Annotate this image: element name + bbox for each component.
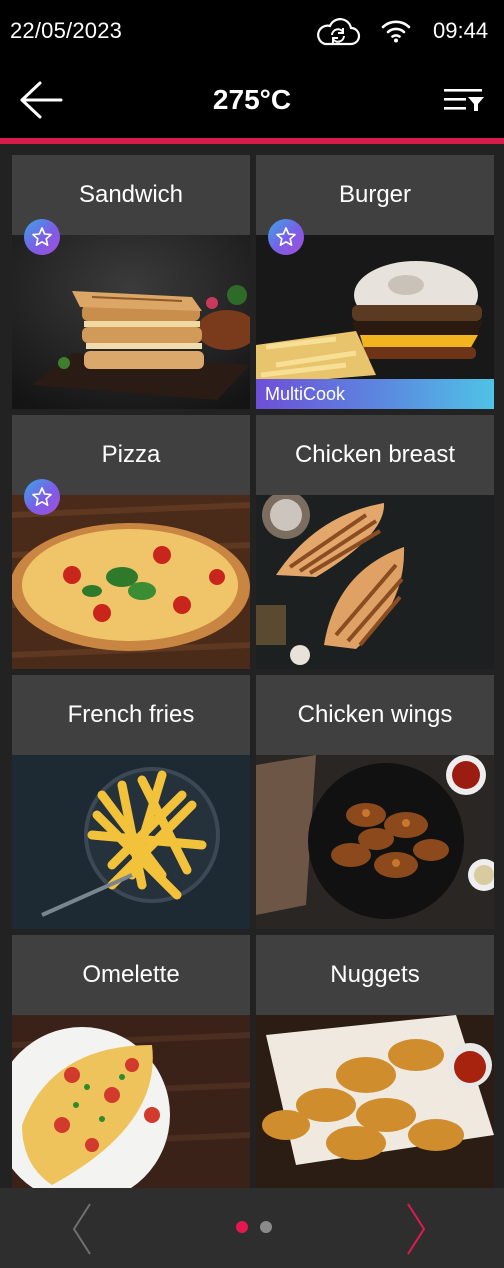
recipe-grid: Sandwich Burger MultiCook Pizza Chicken …: [0, 144, 504, 1189]
recipe-title: French fries: [12, 675, 250, 755]
chicken-breast-image: [256, 495, 494, 669]
chevron-right-icon: [407, 1203, 426, 1255]
recipe-card-pizza[interactable]: Pizza: [12, 415, 250, 669]
recipe-card-chicken-wings[interactable]: Chicken wings: [256, 675, 494, 929]
recipe-title: Chicken wings: [256, 675, 494, 755]
favorite-star-icon[interactable]: [268, 219, 304, 255]
recipe-card-french-fries[interactable]: French fries: [12, 675, 250, 929]
nuggets-image: [256, 1015, 494, 1189]
recipe-card-omelette[interactable]: Omelette: [12, 935, 250, 1189]
status-bar: 22/05/2023 09:44: [0, 0, 504, 64]
chevron-left-icon: [72, 1203, 91, 1255]
filter-sort-icon: [444, 89, 484, 111]
recipe-card-chicken-breast[interactable]: Chicken breast: [256, 415, 494, 669]
recipe-card-nuggets[interactable]: Nuggets: [256, 935, 494, 1189]
filter-button[interactable]: [440, 84, 488, 116]
omelette-image: [12, 1015, 250, 1189]
status-time: 09:44: [433, 18, 489, 43]
cloud-sync-icon: [315, 18, 361, 48]
next-page-button[interactable]: [404, 1202, 428, 1256]
recipe-title: Nuggets: [256, 935, 494, 1015]
recipe-title: Omelette: [12, 935, 250, 1015]
page-indicator-dot-active: [236, 1221, 248, 1233]
status-date: 22/05/2023: [10, 18, 123, 43]
french-fries-image: [12, 755, 250, 929]
recipe-card-sandwich[interactable]: Sandwich: [12, 155, 250, 409]
recipe-title: Chicken breast: [256, 415, 494, 495]
previous-page-button[interactable]: [70, 1202, 94, 1256]
favorite-star-icon[interactable]: [24, 219, 60, 255]
sandwich-image: [12, 235, 250, 409]
recipe-card-burger[interactable]: Burger MultiCook: [256, 155, 494, 409]
pizza-image: [12, 495, 250, 669]
header: 275°C: [0, 64, 504, 138]
chicken-wings-image: [256, 755, 494, 929]
wifi-icon: [381, 18, 411, 44]
favorite-star-icon[interactable]: [24, 479, 60, 515]
pagination-footer: [0, 1188, 504, 1268]
multicook-badge: MultiCook: [256, 379, 494, 409]
page-title: 275°C: [212, 84, 292, 115]
page-indicator-dot: [260, 1221, 272, 1233]
